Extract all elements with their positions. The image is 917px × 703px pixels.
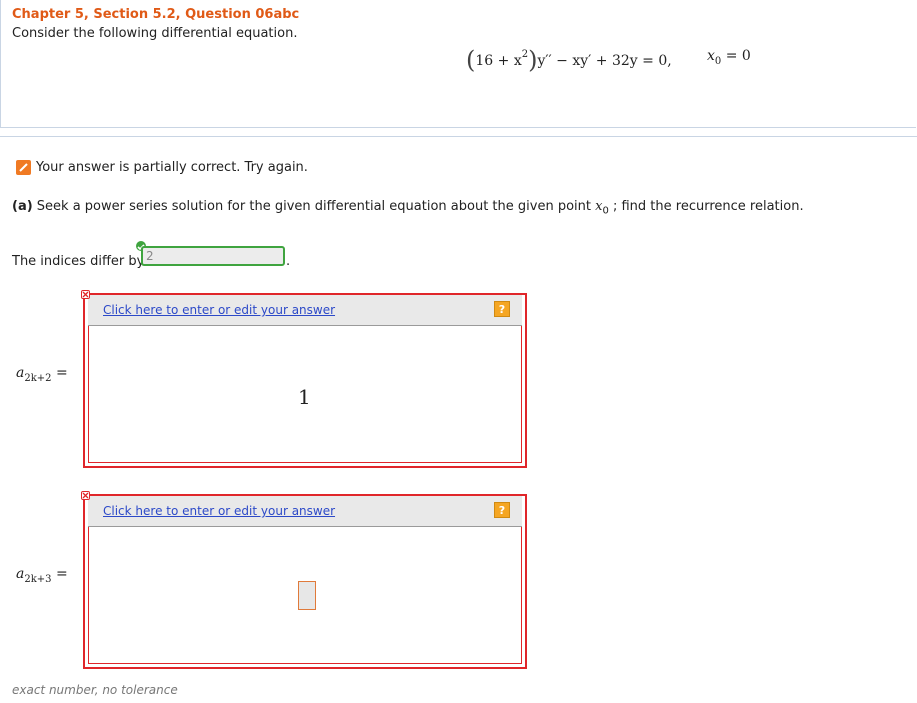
part-a-text: Seek a power series solution for the giv… xyxy=(36,199,591,214)
error-icon xyxy=(81,491,90,500)
section-divider xyxy=(0,136,917,137)
part-a-point-sub: 0 xyxy=(602,205,609,217)
equals-sign: = xyxy=(55,365,68,381)
answer-editor-1[interactable]: Click here to enter or edit your answer … xyxy=(83,293,527,468)
recurrence-lhs-1: a2k+2 = xyxy=(16,365,68,384)
editor-toolbar: Click here to enter or edit your answer … xyxy=(88,496,522,527)
feedback-status: Your answer is partially correct. Try ag… xyxy=(16,160,308,175)
help-icon[interactable]: ? xyxy=(494,502,510,518)
indices-input[interactable]: 2 xyxy=(141,246,285,266)
answer-value: 1 xyxy=(298,385,311,409)
eq-paren-content: 16 + x xyxy=(475,53,522,69)
lhs-sub: 2k+2 xyxy=(24,372,52,384)
help-icon[interactable]: ? xyxy=(494,301,510,317)
indices-label: The indices differ by xyxy=(12,254,145,269)
editor-toolbar: Click here to enter or edit your answer … xyxy=(88,295,522,326)
point-value: = 0 xyxy=(721,48,751,64)
edit-answer-link[interactable]: Click here to enter or edit your answer xyxy=(103,504,335,518)
feedback-message: Your answer is partially correct. Try ag… xyxy=(36,160,308,175)
part-a-label: (a) xyxy=(12,199,33,214)
question-title: Chapter 5, Section 5.2, Question 06abc xyxy=(12,7,300,22)
tolerance-note: exact number, no tolerance xyxy=(12,683,178,697)
eq-rest: y′′ − xy′ + 32y = 0, xyxy=(537,53,672,69)
indices-period: . xyxy=(286,254,291,269)
part-a-instructions: (a) Seek a power series solution for the… xyxy=(12,199,804,217)
expansion-point: x0 = 0 xyxy=(707,48,751,67)
recurrence-lhs-2: a2k+3 = xyxy=(16,566,68,585)
error-icon xyxy=(81,290,90,299)
left-paren: ( xyxy=(466,46,476,74)
pencil-icon xyxy=(16,160,31,175)
part-a-text-after: ; find the recurrence relation. xyxy=(612,199,804,214)
point-var: x xyxy=(707,48,715,64)
differential-equation: (16 + x2)y′′ − xy′ + 32y = 0, xyxy=(466,48,672,72)
equals-sign: = xyxy=(55,566,68,582)
empty-answer-placeholder[interactable] xyxy=(298,581,316,610)
right-paren: ) xyxy=(528,46,538,74)
answer-editor-2[interactable]: Click here to enter or edit your answer … xyxy=(83,494,527,669)
edit-answer-link[interactable]: Click here to enter or edit your answer xyxy=(103,303,335,317)
question-prompt: Consider the following differential equa… xyxy=(12,26,298,41)
lhs-sub: 2k+3 xyxy=(24,573,52,585)
